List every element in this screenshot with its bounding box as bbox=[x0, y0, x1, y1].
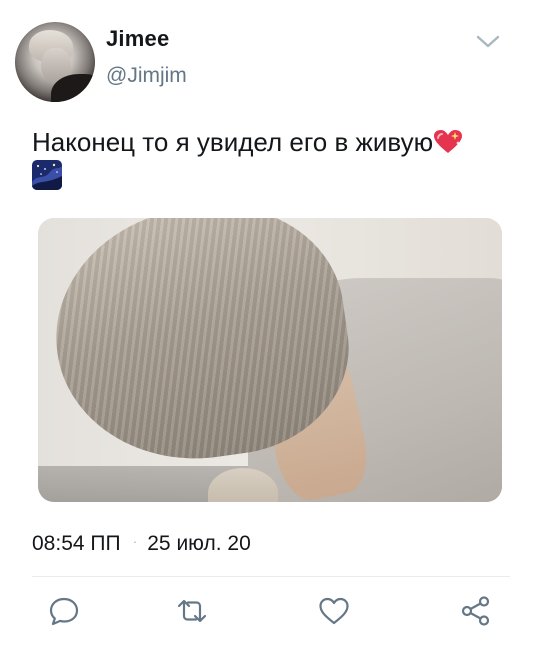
tweet-text-line: Наконец то я увидел его в живую bbox=[32, 124, 522, 160]
retweet-button[interactable] bbox=[175, 594, 209, 628]
reply-icon bbox=[49, 597, 79, 626]
tweet-photo[interactable] bbox=[38, 218, 502, 502]
tweet-card: Jimee @Jimjim Наконец то я увидел его в … bbox=[0, 0, 540, 652]
chevron-down-icon[interactable] bbox=[474, 32, 502, 52]
tweet-time: 08:54 ПП bbox=[32, 532, 121, 555]
divider bbox=[32, 576, 510, 577]
tweet-date: 25 июл. 20 bbox=[147, 532, 251, 555]
user-handle[interactable]: @Jimjim bbox=[106, 64, 187, 88]
display-name[interactable]: Jimee bbox=[106, 26, 169, 52]
meta-separator: · bbox=[132, 533, 138, 549]
reply-button[interactable] bbox=[47, 594, 81, 628]
retweet-icon bbox=[177, 599, 207, 623]
sparkling-heart-icon bbox=[433, 128, 463, 154]
night-with-stars-icon bbox=[32, 160, 62, 190]
like-icon bbox=[319, 597, 349, 625]
share-button[interactable] bbox=[459, 594, 493, 628]
avatar[interactable] bbox=[15, 22, 95, 102]
tweet-text: Наконец то я увидел его в живую bbox=[32, 127, 434, 157]
tweet-timestamp: 08:54 ПП · 25 июл. 20 bbox=[32, 532, 251, 556]
like-button[interactable] bbox=[317, 594, 351, 628]
share-icon bbox=[461, 596, 490, 626]
